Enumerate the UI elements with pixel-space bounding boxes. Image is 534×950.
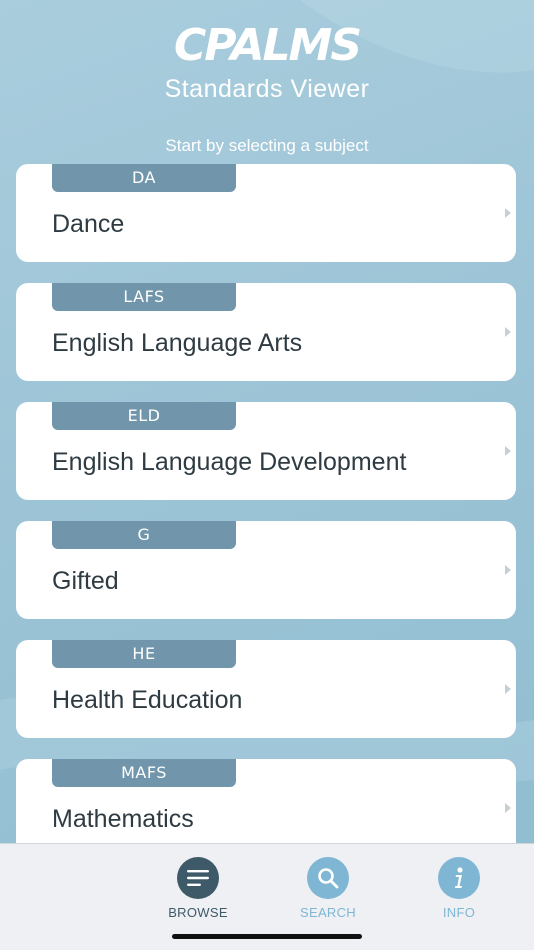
tab-search[interactable]: SEARCH xyxy=(283,857,373,920)
subject-card-health-education[interactable]: HE Health Education xyxy=(16,640,516,738)
subject-list: DA Dance LAFS English Language Arts ELD … xyxy=(16,164,516,878)
subject-name: Dance xyxy=(52,210,125,238)
home-indicator xyxy=(172,934,362,939)
subject-name: English Language Arts xyxy=(52,329,303,357)
chevron-right-icon xyxy=(505,684,511,694)
subject-name: Mathematics xyxy=(52,805,194,833)
subject-code-tab: HE xyxy=(52,640,236,668)
chevron-right-icon xyxy=(505,208,511,218)
subject-card-dance[interactable]: DA Dance xyxy=(16,164,516,262)
chevron-right-icon xyxy=(505,565,511,575)
tab-browse[interactable]: BROWSE xyxy=(153,857,243,920)
chevron-right-icon xyxy=(505,803,511,813)
cpalms-logo: CPALMS xyxy=(173,20,362,71)
subject-code-tab: DA xyxy=(52,164,236,192)
subject-card-gifted[interactable]: G Gifted xyxy=(16,521,516,619)
subject-card-english-language-arts[interactable]: LAFS English Language Arts xyxy=(16,283,516,381)
subject-name: English Language Development xyxy=(52,448,407,476)
subject-prompt: Start by selecting a subject xyxy=(165,136,369,155)
tab-browse-label: BROWSE xyxy=(168,905,228,920)
subject-code-tab: ELD xyxy=(52,402,236,430)
app-header: CPALMS Standards Viewer xyxy=(0,18,534,104)
subject-code-tab: LAFS xyxy=(52,283,236,311)
subject-name: Gifted xyxy=(52,567,119,595)
search-icon xyxy=(307,857,349,899)
subject-card-english-language-development[interactable]: ELD English Language Development xyxy=(16,402,516,500)
subject-code-tab: MAFS xyxy=(52,759,236,787)
tab-info[interactable]: INFO xyxy=(414,857,504,920)
subject-name: Health Education xyxy=(52,686,243,714)
menu-icon xyxy=(177,857,219,899)
chevron-right-icon xyxy=(505,446,511,456)
tab-search-label: SEARCH xyxy=(300,905,356,920)
subject-code-tab: G xyxy=(52,521,236,549)
chevron-right-icon xyxy=(505,327,511,337)
tab-info-label: INFO xyxy=(442,905,476,920)
app-title: Standards Viewer xyxy=(164,75,370,103)
info-icon xyxy=(438,857,480,899)
